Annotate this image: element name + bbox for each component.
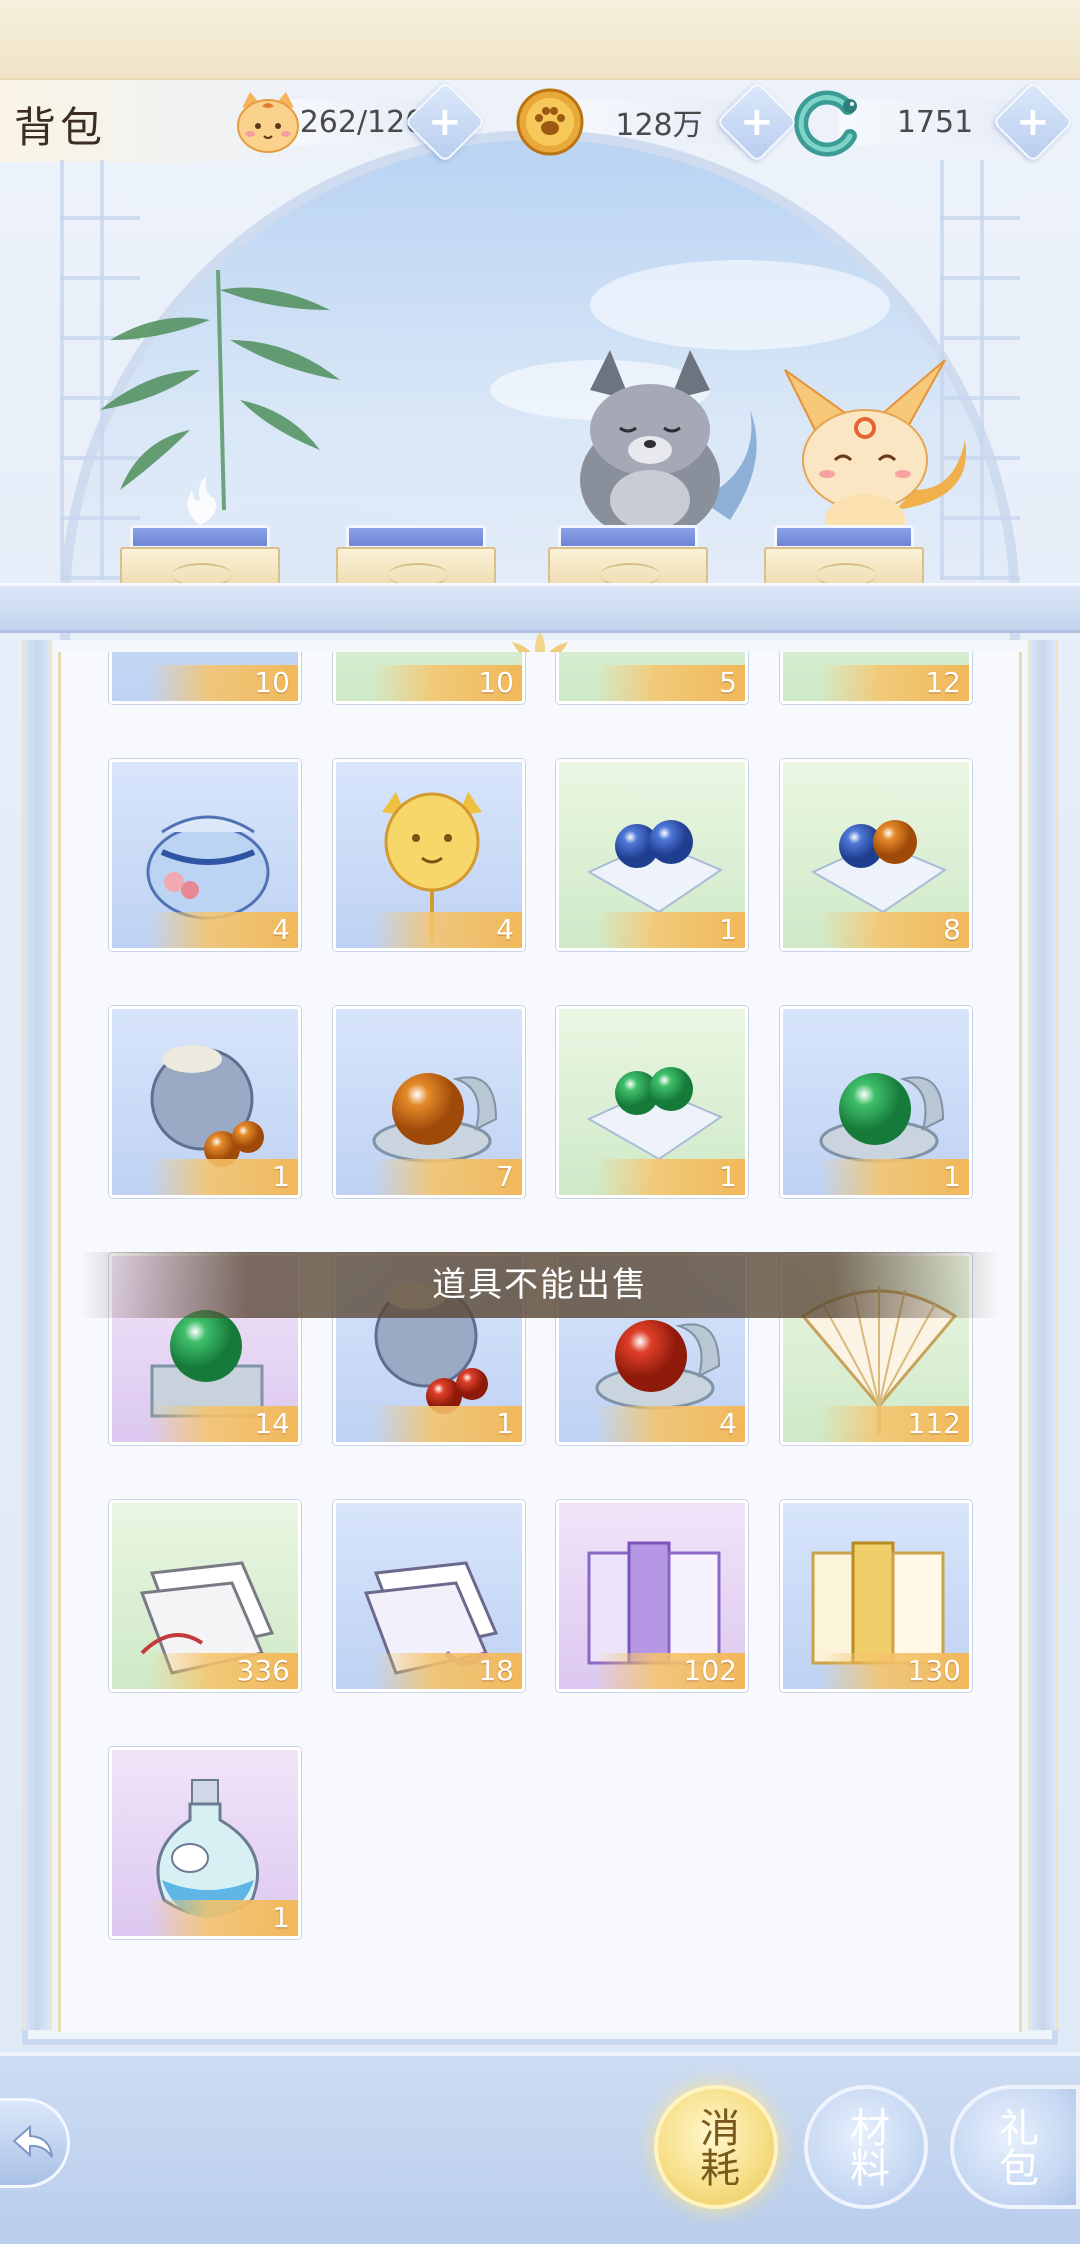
inventory-slot[interactable]: 4 xyxy=(333,759,525,951)
inventory-slot[interactable]: 1 xyxy=(109,1747,301,1939)
inventory-grid: 10 10 5 12 4 4 1 8 1 7 1 1 14 1 4 112 336 18 102 130 1 xyxy=(61,652,1019,2032)
inventory-slot-partial[interactable]: 5 xyxy=(556,652,748,704)
tab-materials[interactable]: 材料 xyxy=(804,2085,928,2209)
item-count: 1 xyxy=(372,1406,522,1442)
currency-jade: 1751 + xyxy=(790,80,1075,164)
toast-message: 道具不能出售 xyxy=(80,1252,1000,1318)
add-coins-button[interactable]: + xyxy=(715,80,799,164)
inventory-slot[interactable]: 1 xyxy=(109,1006,301,1198)
item-count: 102 xyxy=(595,1653,745,1689)
panel-pillar-right xyxy=(1028,640,1058,2030)
orange-fox-pet[interactable] xyxy=(775,350,985,550)
item-count: 14 xyxy=(148,1406,298,1442)
inventory-slot[interactable]: 102 xyxy=(556,1500,748,1692)
inventory-slot[interactable]: 1 xyxy=(556,1006,748,1198)
jade-value: 1751 xyxy=(838,99,1018,145)
item-count: 10 xyxy=(372,665,522,701)
inventory-slot[interactable]: 8 xyxy=(780,759,972,951)
item-count: 8 xyxy=(819,912,969,948)
tab-consumables[interactable]: 消耗 xyxy=(654,2085,778,2209)
item-count: 112 xyxy=(819,1406,969,1442)
item-count: 1 xyxy=(819,1159,969,1195)
inventory-slot-partial[interactable]: 12 xyxy=(780,652,972,704)
item-count: 1 xyxy=(148,1159,298,1195)
inventory-slot[interactable]: 130 xyxy=(780,1500,972,1692)
inventory-slot[interactable]: 336 xyxy=(109,1500,301,1692)
page-title: 背包 xyxy=(14,103,107,152)
top-decor-strip xyxy=(0,0,1080,80)
item-count: 4 xyxy=(148,912,298,948)
cat-face-icon xyxy=(232,86,304,158)
spirit-flame-decor xyxy=(187,476,217,525)
add-jade-button[interactable]: + xyxy=(991,80,1075,164)
cloud-decor xyxy=(590,260,890,350)
tab-gift-packs[interactable]: 礼包 xyxy=(950,2085,1080,2209)
item-count: 1 xyxy=(595,1159,745,1195)
inventory-slot[interactable]: 1 xyxy=(780,1006,972,1198)
item-count: 130 xyxy=(819,1653,969,1689)
inventory-slot[interactable]: 18 xyxy=(333,1500,525,1692)
back-arrow-icon xyxy=(11,2124,53,2158)
item-count: 7 xyxy=(372,1159,522,1195)
item-count: 18 xyxy=(372,1653,522,1689)
item-count: 12 xyxy=(819,665,969,701)
item-count: 4 xyxy=(595,1406,745,1442)
jade-dragon-icon xyxy=(790,86,862,158)
inventory-slot[interactable]: 4 xyxy=(109,759,301,951)
inventory-slot[interactable]: 7 xyxy=(333,1006,525,1198)
item-count: 336 xyxy=(148,1653,298,1689)
inventory-slot[interactable]: 1 xyxy=(556,759,748,951)
inventory-scroll-area[interactable]: 10 10 5 12 4 4 1 8 1 7 1 1 14 1 4 112 336 18 102 130 1 xyxy=(58,652,1022,2032)
item-count: 5 xyxy=(595,665,745,701)
gray-wolf-pet[interactable] xyxy=(560,350,780,550)
showcase-cornice xyxy=(0,583,1080,633)
panel-pillar-left xyxy=(22,640,52,2030)
inventory-slot-partial[interactable]: 10 xyxy=(109,652,301,704)
bamboo-decor xyxy=(100,270,340,510)
item-count: 4 xyxy=(372,912,522,948)
paw-coin-icon xyxy=(514,86,586,158)
item-count: 10 xyxy=(148,665,298,701)
currency-stamina: 262/120 + xyxy=(232,80,487,164)
inventory-slot-partial[interactable]: 10 xyxy=(333,652,525,704)
item-count: 1 xyxy=(595,912,745,948)
item-count: 1 xyxy=(148,1900,298,1936)
